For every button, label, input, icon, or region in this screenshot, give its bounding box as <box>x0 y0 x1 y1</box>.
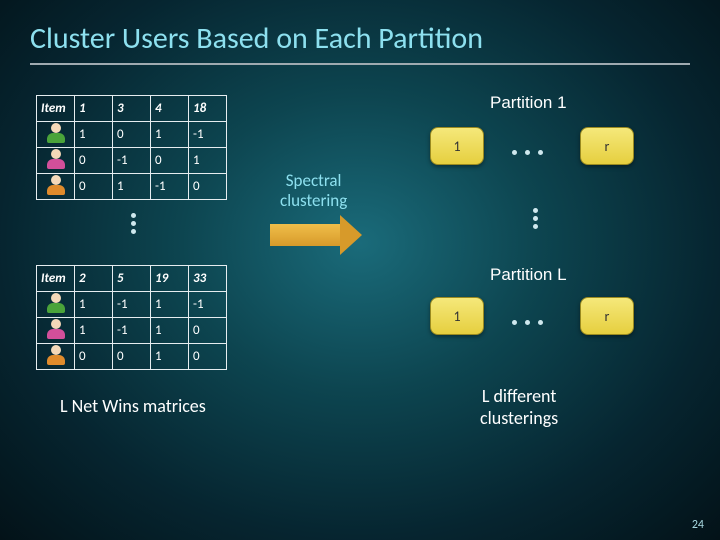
cluster-box: 1 <box>430 297 484 335</box>
cluster-box: r <box>580 127 634 165</box>
user-icon <box>45 319 67 339</box>
col-header: 3 <box>113 96 151 122</box>
col-header: Item <box>37 266 75 292</box>
user-icon-cell <box>37 122 75 148</box>
horizontal-ellipsis <box>508 141 547 160</box>
vertical-ellipsis <box>128 210 138 237</box>
cell: 1 <box>151 344 189 370</box>
cell: -1 <box>113 318 151 344</box>
matrix-partition-1: Item 1 3 4 18 1 0 1 -1 0 -1 0 1 0 1 -1 0 <box>36 95 227 200</box>
cell: 0 <box>75 174 113 200</box>
arrow-icon <box>270 215 362 255</box>
slide-number: 24 <box>692 518 704 532</box>
cell: 1 <box>75 292 113 318</box>
cluster-box: 1 <box>430 127 484 165</box>
text-line: L different <box>482 385 557 407</box>
cell: 0 <box>189 174 227 200</box>
cell: 1 <box>189 148 227 174</box>
cell: -1 <box>151 174 189 200</box>
text-line: clustering <box>280 190 347 211</box>
col-header: 5 <box>113 266 151 292</box>
user-icon <box>45 123 67 143</box>
user-icon-cell <box>37 318 75 344</box>
cell: 1 <box>151 292 189 318</box>
cell: 0 <box>189 344 227 370</box>
horizontal-ellipsis <box>508 311 547 330</box>
col-header: 2 <box>75 266 113 292</box>
cell: -1 <box>113 148 151 174</box>
user-icon-cell <box>37 174 75 200</box>
cluster-box: r <box>580 297 634 335</box>
cell: 0 <box>75 344 113 370</box>
user-icon-cell <box>37 344 75 370</box>
col-header: 19 <box>151 266 189 292</box>
cell: 1 <box>113 174 151 200</box>
cell: 0 <box>113 122 151 148</box>
user-icon-cell <box>37 292 75 318</box>
cell: 1 <box>151 122 189 148</box>
col-header: 18 <box>189 96 227 122</box>
cell: -1 <box>189 122 227 148</box>
caption-clusterings: L different clusterings <box>480 385 558 429</box>
partition-L-label: Partition L <box>490 265 567 285</box>
cell: 0 <box>189 318 227 344</box>
cell: 0 <box>151 148 189 174</box>
partition-1-label: Partition 1 <box>490 93 567 113</box>
text-line: clusterings <box>480 407 558 429</box>
user-icon-cell <box>37 148 75 174</box>
vertical-ellipsis <box>530 205 540 232</box>
col-header: Item <box>37 96 75 122</box>
cell: 0 <box>75 148 113 174</box>
cell: 1 <box>151 318 189 344</box>
cell: -1 <box>113 292 151 318</box>
caption-matrices: L Net Wins matrices <box>60 395 206 417</box>
slide-body: Item 1 3 4 18 1 0 1 -1 0 -1 0 1 0 1 -1 0 <box>0 65 720 525</box>
slide-title: Cluster Users Based on Each Partition <box>0 0 720 63</box>
user-icon <box>45 175 67 195</box>
user-icon <box>45 293 67 313</box>
cell: -1 <box>189 292 227 318</box>
user-icon <box>45 149 67 169</box>
spectral-label: Spectral clustering <box>280 171 347 212</box>
cell: 1 <box>75 122 113 148</box>
cell: 1 <box>75 318 113 344</box>
matrix-partition-L: Item 2 5 19 33 1 -1 1 -1 1 -1 1 0 0 0 1 … <box>36 265 227 370</box>
cell: 0 <box>113 344 151 370</box>
user-icon <box>45 345 67 365</box>
col-header: 33 <box>189 266 227 292</box>
col-header: 1 <box>75 96 113 122</box>
col-header: 4 <box>151 96 189 122</box>
text-line: Spectral <box>286 170 342 191</box>
